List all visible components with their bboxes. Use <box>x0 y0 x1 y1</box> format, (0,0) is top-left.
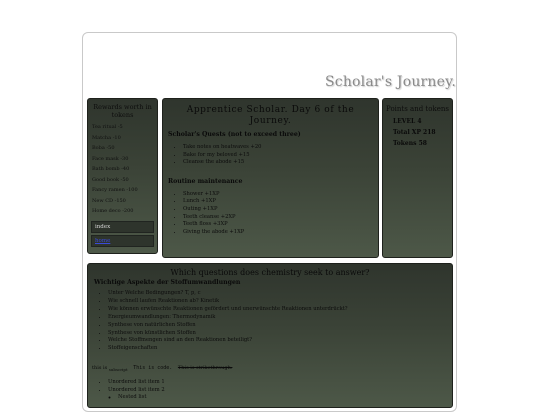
formatting-sample: this is subscript This is code. This is … <box>92 365 452 372</box>
routine-item: Teeth cleanse +2XP <box>183 214 378 222</box>
total-xp-value: Total XP 218 <box>393 129 436 136</box>
routine-list: Shower +1XP Lunch +1XP Outing +1XP Teeth… <box>175 191 378 237</box>
journey-heading: Apprentice Scholar. Day 6 of the Journey… <box>186 105 355 126</box>
rewards-list: Tea ritual -5 Matcha -10 Boba -50 Face m… <box>92 122 157 217</box>
quests-title: Scholar's Quests (not to exceed three) <box>168 131 301 138</box>
subscript-text: subscript <box>108 367 128 373</box>
quest-item: Cleanse the abode +15 <box>183 159 378 167</box>
nav-home-link[interactable]: home <box>91 234 154 247</box>
reward-item: Boba -50 <box>92 145 115 151</box>
routine-title: Routine maintenance <box>168 177 243 185</box>
reward-item: Face mask -30 <box>92 155 129 162</box>
unordered-list: Unordered list item 1 Unordered list ite… <box>100 379 452 402</box>
chemistry-item: Synthese von künstlichen Stoffen <box>108 330 452 338</box>
level-value: LEVEL 4 <box>393 118 422 125</box>
tokens-value: Tokens 58 <box>393 140 427 147</box>
routine-item: Lunch +1XP <box>183 198 378 206</box>
reward-item: Home deco -200 <box>92 208 134 214</box>
quest-item: Take notes on heatwaves +20 <box>183 144 378 152</box>
routine-item: Outing +1XP <box>183 206 378 214</box>
chemistry-item: Energieumwandlungen: Thermodynamik <box>108 314 452 322</box>
site-title: Scholar's Journey. <box>325 74 457 90</box>
points-heading: Points and tokens <box>386 105 449 113</box>
reward-item: Matcha -10 <box>92 134 121 141</box>
quests-panel: Apprentice Scholar. Day 6 of the Journey… <box>162 98 379 258</box>
chemistry-item: Stoffeigenschaften <box>108 345 452 353</box>
reward-item: Bath bomb -40 <box>92 166 130 172</box>
nested-item: Nested list <box>118 394 452 402</box>
chemistry-list: Unter Welche Bedingungen? T, p, c Wie sc… <box>100 290 452 353</box>
chemistry-heading: Which questions does chemistry seek to a… <box>170 268 370 277</box>
code-sample: This is code. <box>133 365 173 372</box>
chemistry-item: Welche Stoffmengen sind an den Reaktione… <box>108 337 452 345</box>
rewards-panel: Rewards worth in tokens Tea ritual -5 Ma… <box>87 98 158 254</box>
reward-item: New CD -150 <box>92 197 126 204</box>
unordered-item: Unordered list item 1 <box>108 379 452 387</box>
chemistry-item: Wie schnell laufen Reaktionen ab? Kineti… <box>108 298 452 306</box>
reward-item: Tea ritual -5 <box>92 124 123 130</box>
chemistry-item: Synthese von natürlichen Stoffen <box>108 322 452 330</box>
nested-list: Nested list <box>108 394 452 402</box>
subscript-prefix: this is <box>92 365 109 372</box>
chemistry-item: Wie können erwünschte Reaktionen geförde… <box>108 306 452 314</box>
unordered-item-label: Unordered list item 2 <box>108 386 165 393</box>
quest-item: Bake for my beloved +15 <box>183 152 378 160</box>
nav-index-link[interactable]: index <box>91 220 154 233</box>
routine-item: Teeth floss +3XP <box>183 221 378 229</box>
routine-item: Giving the abode +1XP <box>183 229 378 237</box>
reward-item: Fancy ramen -100 <box>92 187 138 193</box>
chemistry-item: Unter Welche Bedingungen? T, p, c <box>108 290 452 298</box>
points-panel: Points and tokens LEVEL 4 Total XP 218 T… <box>382 98 453 258</box>
reward-item: Good book -50 <box>92 176 129 183</box>
rewards-heading: Rewards worth in tokens <box>93 103 152 119</box>
chemistry-panel: Which questions does chemistry seek to a… <box>87 263 453 408</box>
routine-item: Shower +1XP <box>183 191 378 199</box>
strikethrough-sample: This is strikethrough. <box>177 365 233 372</box>
quests-list: Take notes on heatwaves +20 Bake for my … <box>175 144 378 167</box>
unordered-item-with-nested: Unordered list item 2 Nested list <box>108 387 452 402</box>
chemistry-subheading: Wichtige Aspekte der Stoffumwandlungen <box>94 279 241 286</box>
